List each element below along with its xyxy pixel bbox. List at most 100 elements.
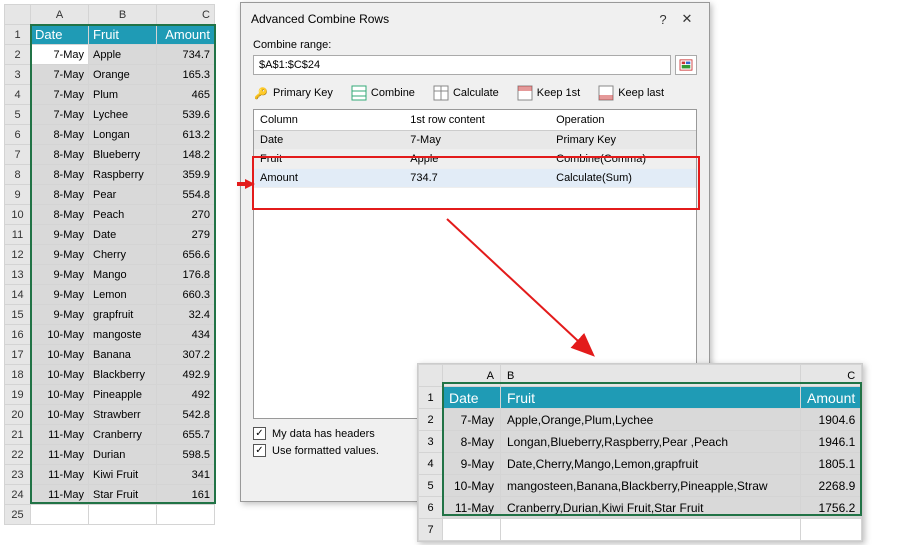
cell[interactable]: 8-May xyxy=(31,185,89,205)
primary-key-button[interactable]: 🔑Primary Key xyxy=(253,85,333,101)
cell[interactable]: 11-May xyxy=(31,425,89,445)
cell[interactable]: 554.8 xyxy=(157,185,215,205)
cell[interactable]: 492.9 xyxy=(157,365,215,385)
row-header[interactable]: 4 xyxy=(419,453,443,475)
row-header[interactable]: 17 xyxy=(5,345,31,365)
cell[interactable]: 1756.2 xyxy=(801,497,862,519)
cell[interactable]: 542.8 xyxy=(157,405,215,425)
row-header[interactable]: 13 xyxy=(5,265,31,285)
cell[interactable]: Kiwi Fruit xyxy=(89,465,157,485)
cell[interactable]: 9-May xyxy=(31,265,89,285)
cell[interactable]: Amount xyxy=(801,387,862,409)
cell[interactable]: 11-May xyxy=(31,485,89,505)
cell[interactable]: 270 xyxy=(157,205,215,225)
col-header-C[interactable]: C xyxy=(801,365,862,387)
cell[interactable]: Orange xyxy=(89,65,157,85)
row-header[interactable]: 23 xyxy=(5,465,31,485)
cell[interactable]: 7-May xyxy=(443,409,501,431)
cell[interactable]: 734.7 xyxy=(157,45,215,65)
row-header[interactable]: 12 xyxy=(5,245,31,265)
cell[interactable]: 10-May xyxy=(31,365,89,385)
table-row[interactable]: Date7-MayPrimary Key xyxy=(254,131,696,150)
calculate-button[interactable]: Calculate xyxy=(433,85,499,101)
range-picker-button[interactable] xyxy=(675,55,697,75)
row-header[interactable]: 24 xyxy=(5,485,31,505)
cell[interactable]: 598.5 xyxy=(157,445,215,465)
cell[interactable]: Cranberry,Durian,Kiwi Fruit,Star Fruit xyxy=(501,497,801,519)
row-header[interactable]: 6 xyxy=(5,125,31,145)
cell[interactable]: 11-May xyxy=(31,465,89,485)
select-all-corner[interactable] xyxy=(419,365,443,387)
row-header[interactable]: 21 xyxy=(5,425,31,445)
cell[interactable]: 9-May xyxy=(31,285,89,305)
cell[interactable]: 161 xyxy=(157,485,215,505)
row-header[interactable]: 9 xyxy=(5,185,31,205)
row-header[interactable]: 7 xyxy=(5,145,31,165)
cell[interactable]: Date xyxy=(443,387,501,409)
cell[interactable]: 9-May xyxy=(31,305,89,325)
cell[interactable]: 1904.6 xyxy=(801,409,862,431)
cell[interactable]: 10-May xyxy=(31,345,89,365)
table-row[interactable]: Amount734.7Calculate(Sum) xyxy=(254,169,696,188)
row-header[interactable]: 20 xyxy=(5,405,31,425)
cell[interactable]: 2268.9 xyxy=(801,475,862,497)
cell[interactable]: 10-May xyxy=(31,385,89,405)
row-header[interactable]: 1 xyxy=(5,25,31,45)
cell[interactable]: 8-May xyxy=(31,125,89,145)
cell[interactable]: 9-May xyxy=(31,225,89,245)
row-header[interactable]: 22 xyxy=(5,445,31,465)
close-icon[interactable]: ✕ xyxy=(675,11,699,27)
cell[interactable]: 9-May xyxy=(31,245,89,265)
cell[interactable]: 539.6 xyxy=(157,105,215,125)
row-header[interactable]: 2 xyxy=(5,45,31,65)
cell[interactable]: 434 xyxy=(157,325,215,345)
select-all-corner[interactable] xyxy=(5,5,31,25)
cell[interactable]: Date xyxy=(89,225,157,245)
cell[interactable]: 359.9 xyxy=(157,165,215,185)
cell[interactable]: 32.4 xyxy=(157,305,215,325)
cell[interactable]: 165.3 xyxy=(157,65,215,85)
cell[interactable]: 9-May xyxy=(443,453,501,475)
cell[interactable]: Banana xyxy=(89,345,157,365)
col-header-1st-row[interactable]: 1st row content xyxy=(404,110,550,131)
cell[interactable]: Fruit xyxy=(501,387,801,409)
col-header-B[interactable]: B xyxy=(89,5,157,25)
cell[interactable]: mangosteen,Banana,Blackberry,Pineapple,S… xyxy=(501,475,801,497)
cell[interactable]: 341 xyxy=(157,465,215,485)
cell[interactable]: grapfruit xyxy=(89,305,157,325)
cell[interactable]: 492 xyxy=(157,385,215,405)
row-header[interactable]: 4 xyxy=(5,85,31,105)
cell[interactable]: Pineapple xyxy=(89,385,157,405)
cell[interactable]: Lychee xyxy=(89,105,157,125)
cell[interactable]: 7-May xyxy=(31,45,89,65)
row-header[interactable]: 1 xyxy=(419,387,443,409)
cell[interactable]: 656.6 xyxy=(157,245,215,265)
cell[interactable]: Fruit xyxy=(89,25,157,45)
col-header-operation[interactable]: Operation xyxy=(550,110,696,131)
cell[interactable]: 8-May xyxy=(31,145,89,165)
cell[interactable]: Blackberry xyxy=(89,365,157,385)
cell[interactable]: 8-May xyxy=(443,431,501,453)
cell[interactable]: 10-May xyxy=(31,325,89,345)
cell[interactable]: Lemon xyxy=(89,285,157,305)
row-header[interactable]: 10 xyxy=(5,205,31,225)
row-header[interactable]: 16 xyxy=(5,325,31,345)
col-header-A[interactable]: A xyxy=(443,365,501,387)
row-header[interactable]: 5 xyxy=(5,105,31,125)
cell[interactable]: Cherry xyxy=(89,245,157,265)
cell[interactable]: 7-May xyxy=(31,105,89,125)
row-header[interactable]: 15 xyxy=(5,305,31,325)
col-header-B[interactable]: B xyxy=(501,365,801,387)
cell[interactable]: Longan,Blueberry,Raspberry,Pear ,Peach xyxy=(501,431,801,453)
cell[interactable]: 613.2 xyxy=(157,125,215,145)
cell[interactable]: 11-May xyxy=(443,497,501,519)
cell[interactable]: 11-May xyxy=(31,445,89,465)
cell[interactable]: 465 xyxy=(157,85,215,105)
cell[interactable]: 176.8 xyxy=(157,265,215,285)
row-header[interactable]: 5 xyxy=(419,475,443,497)
table-row[interactable]: FruitAppleCombine(Comma) xyxy=(254,150,696,169)
cell[interactable]: Apple,Orange,Plum,Lychee xyxy=(501,409,801,431)
row-header[interactable]: 11 xyxy=(5,225,31,245)
source-spreadsheet[interactable]: A B C 1DateFruitAmount27-MayApple734.737… xyxy=(4,4,215,525)
combine-range-input[interactable] xyxy=(253,55,671,75)
